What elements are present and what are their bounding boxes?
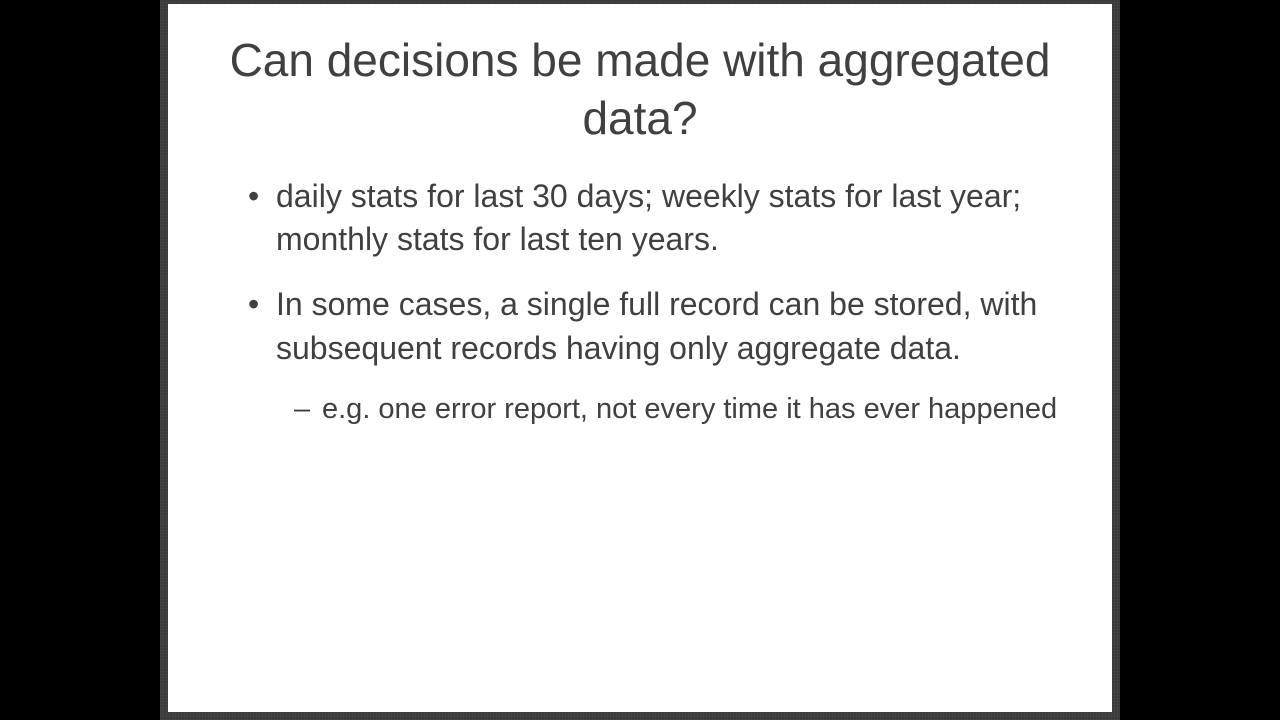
slide-title: Can decisions be made with aggregated da… <box>218 32 1062 147</box>
bullet-text: In some cases, a single full record can … <box>276 286 1037 365</box>
slide: Can decisions be made with aggregated da… <box>168 4 1112 712</box>
bullet-item: In some cases, a single full record can … <box>248 283 1062 429</box>
bullet-list: daily stats for last 30 days; weekly sta… <box>218 175 1062 429</box>
bullet-item: daily stats for last 30 days; weekly sta… <box>248 175 1062 261</box>
bullet-text: daily stats for last 30 days; weekly sta… <box>276 178 1021 257</box>
sub-bullet-text: e.g. one error report, not every time it… <box>322 393 1057 425</box>
slide-frame: Can decisions be made with aggregated da… <box>160 0 1120 720</box>
sub-bullet-list: e.g. one error report, not every time it… <box>276 390 1062 429</box>
sub-bullet-item: e.g. one error report, not every time it… <box>294 390 1062 429</box>
